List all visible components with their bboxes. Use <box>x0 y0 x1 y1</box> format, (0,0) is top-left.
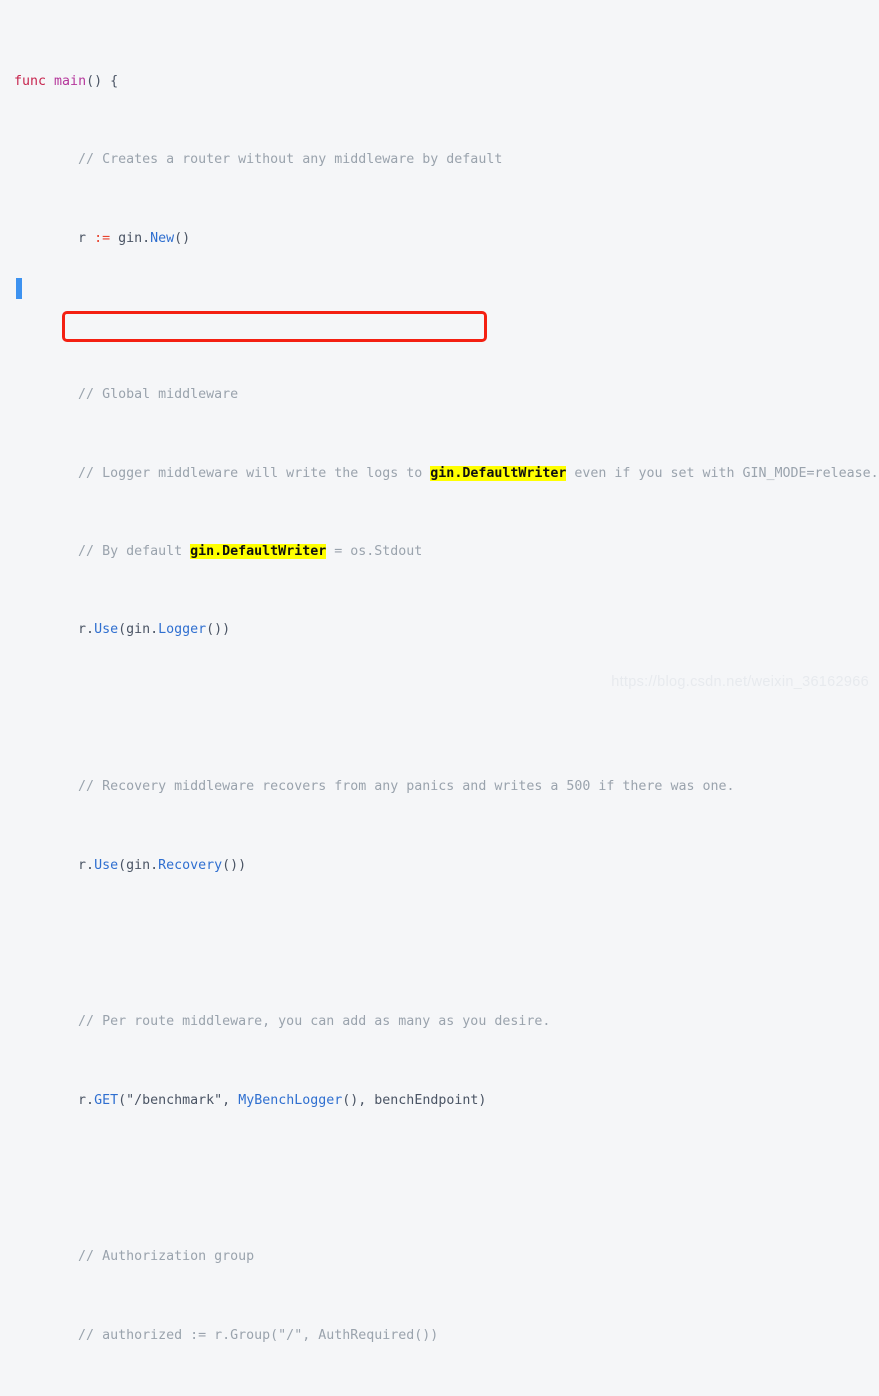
token-method: GET <box>94 1092 119 1108</box>
token-comment: // Authorization group <box>78 1249 255 1265</box>
code-line-4-blank <box>14 307 879 327</box>
token-method: Use <box>94 857 119 873</box>
code-line-1: func main() { <box>14 72 879 92</box>
token-method: MyBenchLogger <box>238 1092 343 1108</box>
code-line-13: // Per route middleware, you can add as … <box>14 1012 879 1032</box>
token-punctuation: ()) <box>206 622 231 638</box>
csdn-watermark: https://blog.csdn.net/weixin_36162966 <box>611 674 869 690</box>
code-line-7: // By default gin.DefaultWriter = os.Std… <box>14 542 879 562</box>
code-line-16: // Authorization group <box>14 1247 879 1267</box>
code-line-14: r.GET("/benchmark", MyBenchLogger(), ben… <box>14 1091 879 1111</box>
token-comment: // authorized := r.Group("/", AuthRequir… <box>78 1327 439 1343</box>
token-keyword-func: func <box>14 73 47 89</box>
code-line-6: // Logger middleware will write the logs… <box>14 464 879 484</box>
token-string: ("/benchmark", <box>118 1092 239 1108</box>
code-viewer[interactable]: func main() { // Creates a router withou… <box>0 0 879 1343</box>
highlighted-term: gin.DefaultWriter <box>430 465 567 481</box>
token-function-main: main <box>54 73 87 89</box>
code-line-15-blank <box>14 1169 879 1189</box>
token-punctuation: (), benchEndpoint) <box>342 1092 487 1108</box>
token-comment: // Global middleware <box>78 387 239 403</box>
token-package: (gin. <box>118 622 159 638</box>
token-punctuation: () <box>174 230 191 246</box>
token-package: (gin. <box>118 857 159 873</box>
code-line-5: // Global middleware <box>14 385 879 405</box>
token-comment: = os.Stdout <box>326 544 423 560</box>
token-variable: r. <box>78 622 95 638</box>
token-method: New <box>150 230 175 246</box>
code-line-3: r := gin.New() <box>14 229 879 249</box>
token-operator: := <box>94 230 111 246</box>
token-punctuation: () { <box>86 73 119 89</box>
token-comment: // Creates a router without any middlewa… <box>78 152 503 168</box>
code-line-10: // Recovery middleware recovers from any… <box>14 777 879 797</box>
token-method: Use <box>94 622 119 638</box>
token-comment: // By default <box>78 544 191 560</box>
token-comment: even if you set with GIN_MODE=release. <box>566 465 879 481</box>
code-line-9-blank <box>14 699 879 719</box>
token-package: gin. <box>110 230 151 246</box>
token-comment: // Logger middleware will write the logs… <box>78 465 431 481</box>
token-method: Recovery <box>158 857 223 873</box>
token-method: Logger <box>158 622 207 638</box>
token-comment: // Per route middleware, you can add as … <box>78 1014 551 1030</box>
highlighted-term: gin.DefaultWriter <box>190 544 327 560</box>
code-line-11: r.Use(gin.Recovery()) <box>14 856 879 876</box>
line-cursor-marker <box>16 278 22 299</box>
code-text-area[interactable]: func main() { // Creates a router withou… <box>14 13 879 1396</box>
code-line-8: r.Use(gin.Logger()) <box>14 620 879 640</box>
token-variable: r. <box>78 1092 95 1108</box>
code-line-2: // Creates a router without any middlewa… <box>14 150 879 170</box>
token-variable: r <box>78 230 95 246</box>
token-comment: // Recovery middleware recovers from any… <box>78 779 735 795</box>
token-punctuation: ()) <box>222 857 247 873</box>
code-line-12-blank <box>14 934 879 954</box>
token-variable: r. <box>78 857 95 873</box>
code-line-17-annotated: // authorized := r.Group("/", AuthRequir… <box>14 1326 879 1346</box>
